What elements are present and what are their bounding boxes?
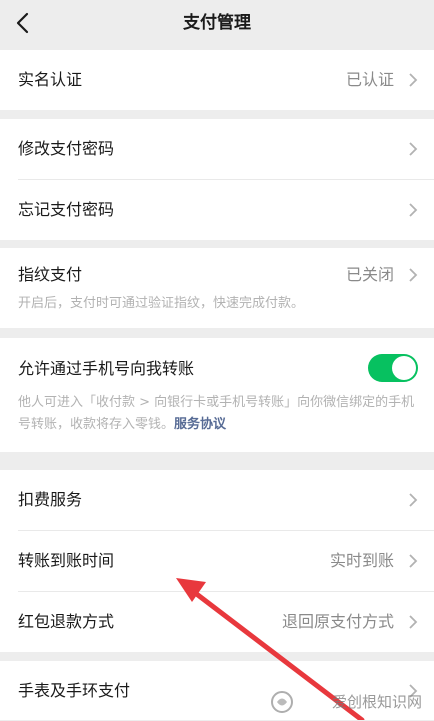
watermark-logo-icon <box>271 691 293 713</box>
chevron-right-icon <box>409 203 418 217</box>
real-name-label: 实名认证 <box>18 70 83 89</box>
chevron-right-icon <box>409 554 418 568</box>
fingerprint-note: 开启后，支付时可通过验证指纹，快速完成付款。 <box>18 296 305 311</box>
phone-transfer-card: 允许通过手机号向我转账 他人可进入「收付款 > 向银行卡或手机号转账」向你微信绑… <box>0 338 434 452</box>
phone-transfer-note: 他人可进入「收付款 > 向银行卡或手机号转账」向你微信绑定的手机号转账，收款将存… <box>18 392 418 436</box>
deduction-label: 扣费服务 <box>18 490 83 509</box>
chevron-right-icon <box>409 142 418 156</box>
phone-transfer-label: 允许通过手机号向我转账 <box>18 359 195 378</box>
chevron-right-icon <box>409 615 418 629</box>
toggle-knob <box>392 356 416 380</box>
watch-pay-label: 手表及手环支付 <box>18 681 131 700</box>
services-card: 扣费服务 转账到账时间 实时到账 红包退款方式 退回原支付方式 <box>0 470 434 652</box>
deduction-row[interactable]: 扣费服务 <box>0 470 434 530</box>
transfer-time-row[interactable]: 转账到账时间 实时到账 <box>0 531 434 591</box>
watermark: 爱创根知识网 <box>331 693 422 711</box>
modify-password-row[interactable]: 修改支付密码 <box>0 119 434 179</box>
transfer-time-label: 转账到账时间 <box>18 551 115 570</box>
real-name-row[interactable]: 实名认证 已认证 <box>0 50 434 110</box>
refund-method-value: 退回原支付方式 <box>281 612 394 631</box>
refund-method-label: 红包退款方式 <box>18 612 115 631</box>
real-name-card: 实名认证 已认证 <box>0 50 434 110</box>
fingerprint-card: 指纹支付 已关闭 开启后，支付时可通过验证指纹，快速完成付款。 <box>0 248 434 328</box>
refund-method-row[interactable]: 红包退款方式 退回原支付方式 <box>0 592 434 652</box>
nav-bar: 支付管理 <box>0 0 434 46</box>
chevron-right-icon <box>409 73 418 87</box>
chevron-right-icon <box>409 493 418 507</box>
phone-transfer-row: 允许通过手机号向我转账 <box>0 338 434 396</box>
forgot-password-label: 忘记支付密码 <box>18 200 115 219</box>
password-card: 修改支付密码 忘记支付密码 <box>0 119 434 240</box>
service-agreement-link[interactable]: 服务协议 <box>174 417 226 432</box>
phone-transfer-toggle[interactable] <box>368 354 418 382</box>
forgot-password-row[interactable]: 忘记支付密码 <box>0 180 434 240</box>
modify-password-label: 修改支付密码 <box>18 139 115 158</box>
transfer-time-value: 实时到账 <box>329 551 394 570</box>
real-name-status: 已认证 <box>345 70 394 89</box>
chevron-right-icon <box>409 268 418 282</box>
page-title: 支付管理 <box>183 13 251 33</box>
